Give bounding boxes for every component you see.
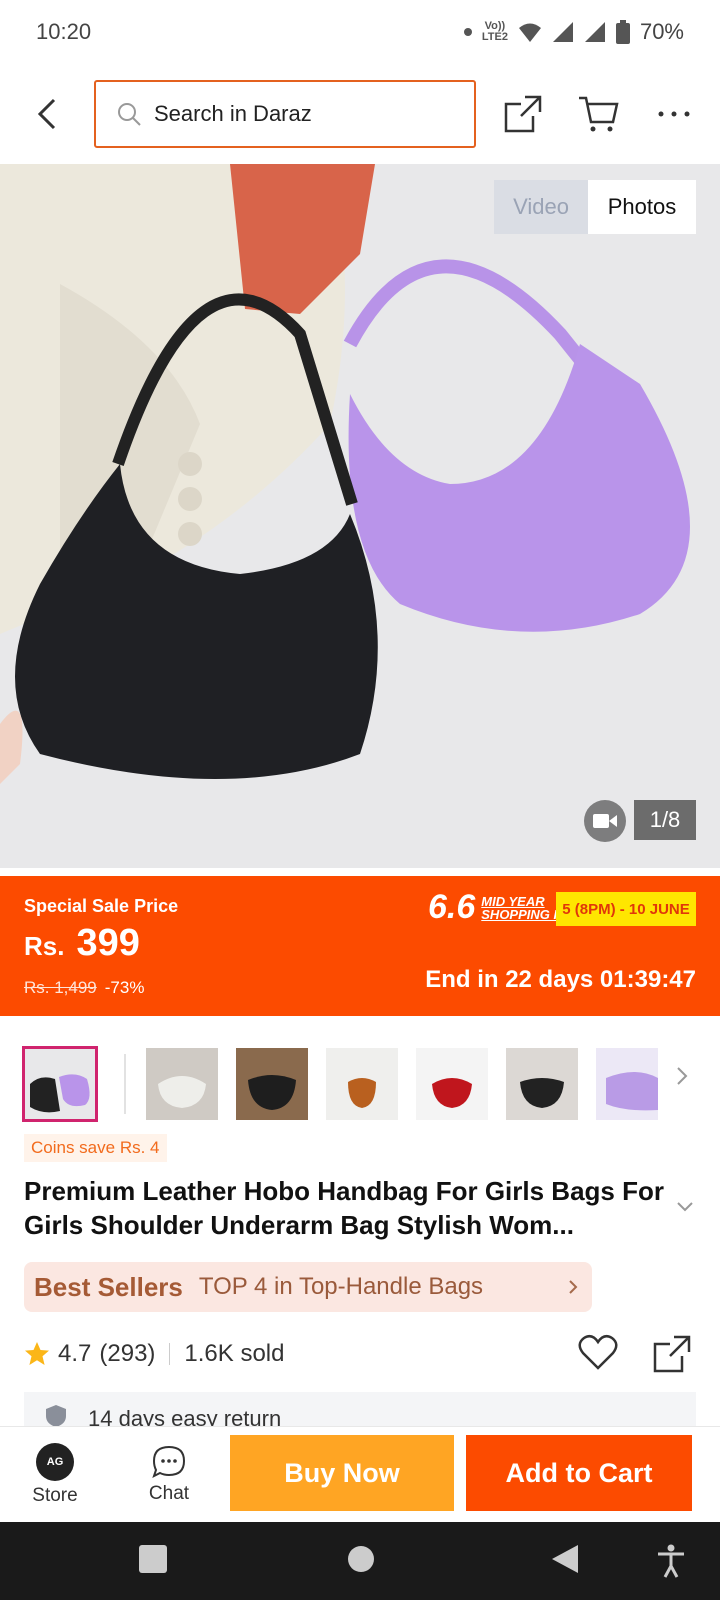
rating-count: (293) <box>99 1340 156 1367</box>
system-navigation-bar <box>0 1522 720 1600</box>
product-image-gallery[interactable]: Video Photos 1/8 <box>0 164 720 868</box>
shield-icon <box>46 1405 66 1426</box>
discount-percent: -73% <box>104 978 145 997</box>
chevron-down-icon <box>677 1202 693 1212</box>
bottom-action-bar: AG Store Chat Buy Now Add to Cart <box>0 1426 720 1522</box>
square-icon <box>139 1545 167 1573</box>
thumbnail-image <box>25 1049 95 1119</box>
play-video-button[interactable] <box>584 800 626 842</box>
home-button[interactable] <box>346 1544 376 1579</box>
expand-title-button[interactable] <box>676 1200 694 1218</box>
chat-label: Chat <box>148 1483 190 1504</box>
thumbnail-image <box>416 1048 488 1120</box>
star-icon <box>25 1342 49 1365</box>
thumbnail-item[interactable] <box>326 1048 398 1120</box>
thumbnail-image <box>506 1048 578 1120</box>
video-camera-icon <box>593 814 617 828</box>
rating-score: 4.7 <box>58 1340 92 1367</box>
share-product-button[interactable] <box>652 1334 692 1379</box>
thumbnail-item[interactable] <box>506 1048 578 1120</box>
thumbnail-item[interactable] <box>416 1048 488 1120</box>
thumbnail-strip <box>0 1040 720 1122</box>
price-amount: 399 <box>76 922 140 964</box>
rating-separator <box>169 1343 171 1365</box>
cart-button[interactable] <box>568 84 628 144</box>
thumbnail-item[interactable] <box>236 1048 308 1120</box>
share-icon <box>504 95 542 133</box>
thumbnail-image <box>236 1048 308 1120</box>
thumbnail-image <box>596 1048 658 1120</box>
event-dates-badge: 5 (8PM) - 10 JUNE <box>556 892 696 926</box>
signal-icon <box>552 22 573 42</box>
original-price-row: Rs. 1,499 -73% <box>24 978 144 998</box>
best-sellers-label: Best Sellers <box>34 1271 183 1302</box>
best-sellers-badge[interactable]: Best Sellers TOP 4 in Top-Handle Bags <box>24 1262 592 1312</box>
thumbnail-divider <box>124 1054 126 1114</box>
original-price: Rs. 1,499 <box>24 978 97 997</box>
signal-2-icon <box>584 22 605 42</box>
chat-button[interactable]: Chat <box>124 1427 214 1523</box>
product-photo <box>0 164 720 868</box>
more-menu-button[interactable] <box>644 84 704 144</box>
accessibility-button[interactable] <box>656 1544 686 1583</box>
store-avatar: AG <box>36 1443 74 1481</box>
triangle-back-icon <box>552 1545 578 1573</box>
image-counter: 1/8 <box>634 800 696 840</box>
wifi-icon <box>518 23 541 42</box>
thumbnail-image <box>326 1048 398 1120</box>
volte-icon: Vo)) LTE2 <box>481 20 508 43</box>
accessibility-icon <box>658 1544 684 1578</box>
search-input[interactable]: Search in Daraz <box>94 80 476 148</box>
media-toggle: Video Photos <box>494 180 696 234</box>
wishlist-button[interactable] <box>578 1334 618 1375</box>
cart-icon <box>579 96 619 132</box>
notification-dot-icon <box>463 28 472 36</box>
return-policy-text: 14 days easy return <box>88 1406 282 1426</box>
thumbnail-image <box>146 1048 218 1120</box>
chevron-right-icon <box>677 1067 688 1085</box>
return-policy-row[interactable]: 14 days easy return <box>24 1392 696 1426</box>
price-banner: Special Sale Price Rs. 399 Rs. 1,499 -73… <box>0 876 720 1016</box>
chevron-right-icon <box>569 1280 578 1294</box>
product-title: Premium Leather Hobo Handbag For Girls B… <box>24 1176 664 1240</box>
status-time: 10:20 <box>36 19 92 44</box>
battery-icon <box>615 20 630 44</box>
best-sellers-rank: TOP 4 in Top-Handle Bags <box>198 1273 484 1300</box>
recents-button[interactable] <box>138 1544 168 1579</box>
sold-count: 1.6K sold <box>184 1340 285 1367</box>
thumbnail-item[interactable] <box>596 1048 658 1120</box>
back-button[interactable] <box>0 64 94 164</box>
back-nav-button[interactable] <box>550 1544 580 1579</box>
top-nav: Search in Daraz <box>0 64 720 164</box>
coins-save-badge: Coins save Rs. 4 <box>24 1134 167 1162</box>
thumbnail-item[interactable] <box>146 1048 218 1120</box>
price-currency: Rs. <box>24 931 65 961</box>
status-icons: Vo)) LTE2 70% <box>463 19 684 45</box>
thumbnail-item[interactable] <box>22 1046 98 1122</box>
battery-percentage: 70% <box>639 19 684 44</box>
search-placeholder: Search in Daraz <box>154 101 312 126</box>
chat-icon <box>152 1445 186 1478</box>
circle-icon <box>348 1546 374 1572</box>
video-tab[interactable]: Video <box>494 180 588 234</box>
status-bar: 10:20 Vo)) LTE2 70% <box>0 0 720 64</box>
event-big-number: 6.6 <box>428 888 476 926</box>
back-arrow-icon <box>37 98 56 130</box>
buy-now-button[interactable]: Buy Now <box>230 1435 454 1511</box>
thumbnails-next-button[interactable] <box>676 1066 688 1091</box>
share-icon <box>653 1335 691 1373</box>
store-label: Store <box>32 1485 78 1506</box>
special-sale-label: Special Sale Price <box>24 896 179 916</box>
search-icon <box>118 103 141 126</box>
photos-tab[interactable]: Photos <box>588 180 696 234</box>
add-to-cart-button[interactable]: Add to Cart <box>466 1435 692 1511</box>
sale-countdown: End in 22 days 01:39:47 <box>425 966 696 993</box>
store-button[interactable]: AG Store <box>10 1427 100 1523</box>
heart-icon <box>578 1334 618 1370</box>
current-price: Rs. 399 <box>24 922 140 965</box>
rating-row[interactable]: 4.7 (293) 1.6K sold <box>24 1334 284 1374</box>
more-icon <box>658 111 690 117</box>
share-button[interactable] <box>493 84 553 144</box>
